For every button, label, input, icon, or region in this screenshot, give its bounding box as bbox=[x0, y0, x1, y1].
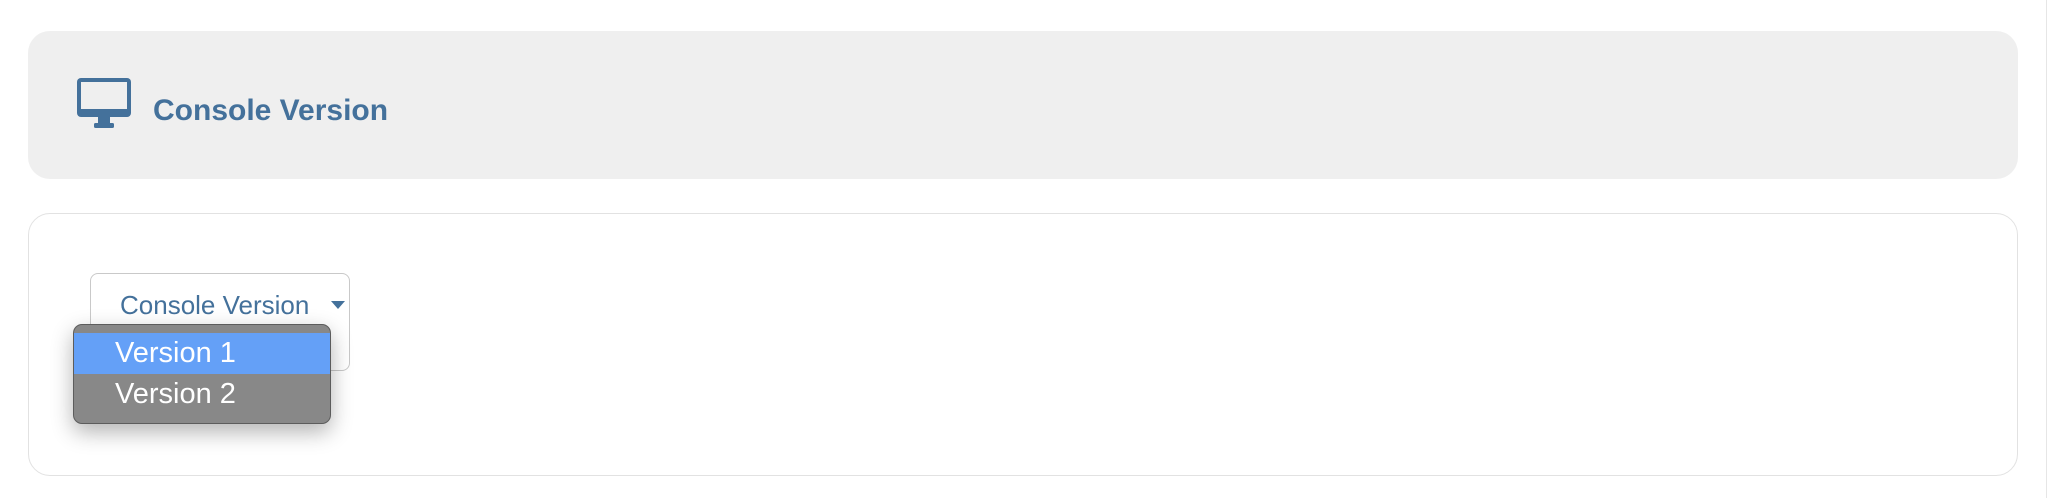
page: Console Version Console Version Version … bbox=[0, 0, 2052, 498]
desktop-monitor-icon bbox=[76, 78, 132, 130]
page-edge-divider bbox=[2046, 0, 2047, 498]
option-version-1[interactable]: Version 1 bbox=[74, 333, 330, 374]
select-label: Console Version bbox=[120, 290, 310, 320]
page-title: Console Version bbox=[153, 94, 389, 127]
option-version-2[interactable]: Version 2 bbox=[74, 374, 330, 415]
caret-down-icon bbox=[331, 301, 345, 309]
version-dropdown-list: Version 1 Version 2 bbox=[73, 324, 331, 424]
header-panel: Console Version bbox=[28, 31, 2018, 179]
